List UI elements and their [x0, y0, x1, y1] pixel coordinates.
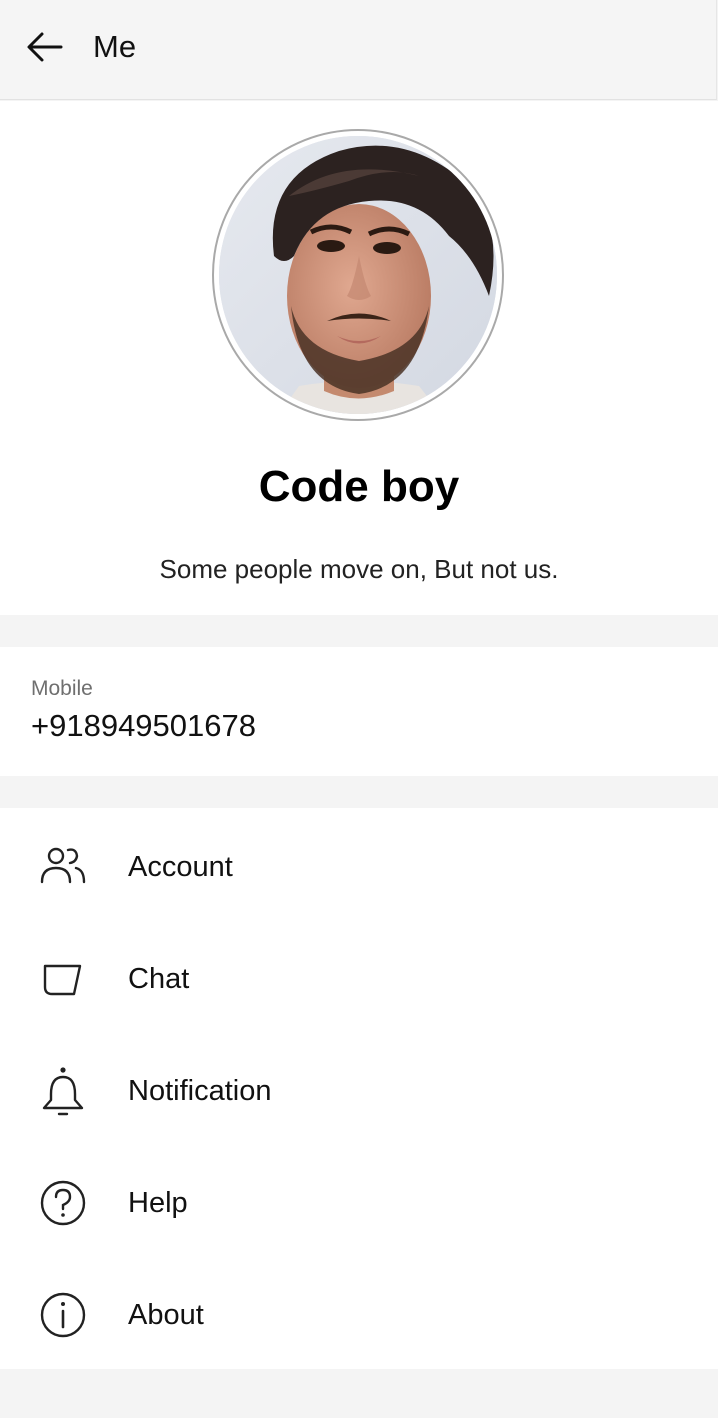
mobile-number: +918949501678 — [31, 708, 256, 743]
back-button[interactable] — [22, 24, 68, 70]
menu-item-help[interactable]: Help — [0, 1146, 718, 1258]
menu-item-label: Chat — [128, 963, 190, 995]
settings-menu: Account Chat Notification Help About — [0, 808, 718, 1369]
chat-icon — [43, 964, 82, 996]
bell-icon — [42, 1067, 84, 1116]
help-icon — [40, 1180, 86, 1226]
profile-status: Some people move on, But not us. — [159, 554, 559, 584]
menu-item-notification[interactable]: Notification — [0, 1034, 718, 1146]
app-header: Me — [0, 0, 717, 100]
mobile-section[interactable]: Mobile +918949501678 — [0, 647, 718, 776]
page-title: Me — [93, 29, 137, 64]
menu-item-label: Account — [128, 851, 233, 883]
menu-item-label: About — [128, 1299, 204, 1331]
mobile-label: Mobile — [31, 677, 93, 700]
arrow-left-icon — [27, 32, 63, 62]
profile-name: Code boy — [258, 462, 460, 511]
profile-screen: Me Code boy Some people move on, But not… — [0, 0, 718, 1418]
menu-item-account[interactable]: Account — [0, 810, 718, 922]
users-icon — [40, 847, 86, 884]
info-icon — [40, 1292, 86, 1338]
menu-item-label: Notification — [128, 1075, 272, 1107]
menu-item-about[interactable]: About — [0, 1258, 718, 1370]
avatar-photo — [219, 136, 497, 414]
menu-item-label: Help — [128, 1187, 188, 1219]
profile-card: Code boy Some people move on, But not us… — [0, 101, 718, 615]
menu-item-chat[interactable]: Chat — [0, 922, 718, 1034]
avatar[interactable] — [212, 129, 504, 421]
